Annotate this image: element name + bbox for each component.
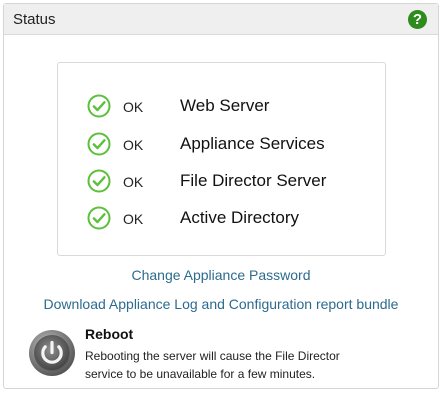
reboot-title[interactable]: Reboot bbox=[85, 326, 133, 342]
status-state: OK bbox=[123, 137, 144, 153]
help-icon[interactable]: ? bbox=[408, 10, 427, 29]
reboot-description: Rebooting the server will cause the File… bbox=[85, 349, 340, 381]
service-name: Appliance Services bbox=[180, 134, 325, 153]
service-name: File Director Server bbox=[180, 171, 327, 190]
panel-header: Status ? bbox=[4, 4, 438, 35]
status-row-appliance-services: OK Appliance Services bbox=[58, 131, 385, 161]
status-row-file-director-server: OK File Director Server bbox=[58, 168, 385, 198]
help-glyph: ? bbox=[412, 11, 423, 28]
service-name: Web Server bbox=[180, 96, 270, 115]
panel-title: Status bbox=[13, 11, 56, 28]
check-circle-icon bbox=[87, 94, 111, 118]
status-row-web-server: OK Web Server bbox=[58, 93, 385, 123]
status-state: OK bbox=[123, 211, 144, 227]
check-circle-icon bbox=[87, 132, 111, 156]
status-list: OK Web Server OK Appliance Services OK F… bbox=[57, 62, 386, 256]
status-panel: Status ? OK Web Server OK Appliance Serv… bbox=[3, 3, 439, 389]
check-circle-icon bbox=[87, 206, 111, 230]
download-log-link[interactable]: Download Appliance Log and Configuration… bbox=[4, 296, 438, 312]
status-row-active-directory: OK Active Directory bbox=[58, 205, 385, 235]
service-name: Active Directory bbox=[180, 208, 300, 227]
status-state: OK bbox=[123, 99, 144, 115]
power-icon[interactable] bbox=[28, 329, 76, 377]
status-state: OK bbox=[123, 174, 144, 190]
check-circle-icon bbox=[87, 169, 111, 193]
change-password-link[interactable]: Change Appliance Password bbox=[4, 267, 438, 283]
